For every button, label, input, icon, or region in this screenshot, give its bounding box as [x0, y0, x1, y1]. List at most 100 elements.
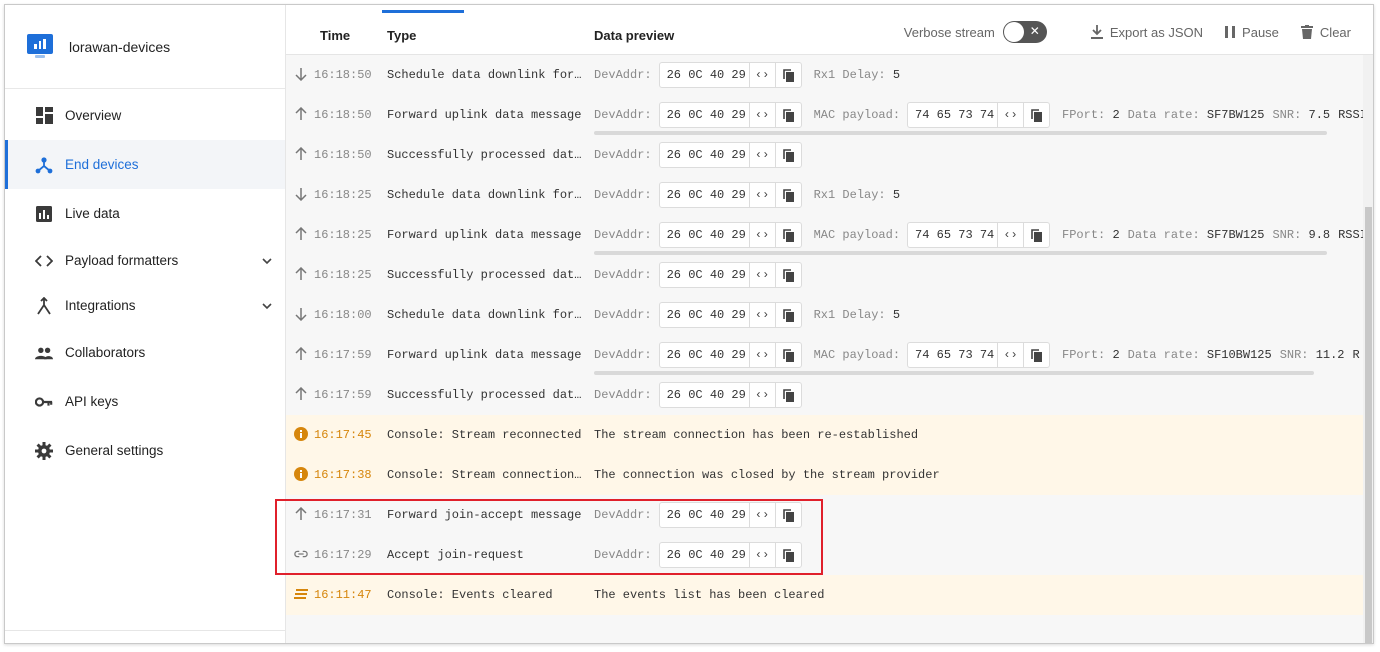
mac-payload-value[interactable]: 74 65 73 74	[908, 103, 997, 127]
copy-icon[interactable]	[774, 223, 801, 247]
copy-icon[interactable]	[774, 343, 801, 367]
sidebar-item-overview[interactable]: Overview	[5, 91, 285, 140]
event-data-preview: DevAddr: 26 0C 40 29 ‹›	[594, 142, 802, 168]
code-toggle-icon[interactable]: ‹›	[748, 383, 775, 407]
devaddr-label: DevAddr:	[594, 68, 652, 82]
snr-value: 11.2	[1315, 348, 1345, 362]
devaddr-value[interactable]: 26 0C 40 29	[660, 183, 749, 207]
devaddr-value[interactable]: 26 0C 40 29	[660, 503, 749, 527]
sidebar-item-payload-formatters[interactable]: Payload formatters	[5, 238, 285, 283]
devaddr-field: 26 0C 40 29 ‹›	[658, 182, 802, 208]
copy-icon[interactable]	[774, 543, 801, 567]
sidebar-item-general-settings[interactable]: General settings	[5, 426, 285, 475]
event-row[interactable]: 16:18:25 Forward uplink data message Dev…	[286, 215, 1363, 255]
pause-button[interactable]: Pause	[1225, 25, 1279, 40]
devaddr-value[interactable]: 26 0C 40 29	[660, 343, 749, 367]
devaddr-value[interactable]: 26 0C 40 29	[660, 103, 749, 127]
arrow-up-icon	[294, 347, 308, 361]
code-toggle-icon[interactable]: ‹›	[748, 503, 775, 527]
event-row[interactable]: 16:17:38 Console: Stream connection… The…	[286, 455, 1363, 495]
arrow-down-icon	[294, 307, 308, 321]
export-json-button[interactable]: Export as JSON	[1090, 25, 1203, 40]
event-row[interactable]: 16:17:45 Console: Stream reconnected The…	[286, 415, 1363, 455]
devaddr-value[interactable]: 26 0C 40 29	[660, 543, 749, 567]
devaddr-value[interactable]: 26 0C 40 29	[660, 143, 749, 167]
copy-icon[interactable]	[774, 183, 801, 207]
event-row[interactable]: 16:18:00 Schedule data downlink for… Dev…	[286, 295, 1363, 335]
chevron-down-icon[interactable]	[261, 255, 273, 267]
code-toggle-icon[interactable]: ‹›	[748, 183, 775, 207]
code-toggle-icon[interactable]: ‹›	[748, 543, 775, 567]
app-header[interactable]: lorawan-devices	[5, 5, 285, 89]
devaddr-value[interactable]: 26 0C 40 29	[660, 303, 749, 327]
event-row[interactable]: 16:18:25 Successfully processed dat… Dev…	[286, 255, 1363, 295]
arrow-up-icon	[294, 507, 308, 521]
mac-payload-value[interactable]: 74 65 73 74	[908, 343, 997, 367]
code-toggle-icon[interactable]: ‹›	[997, 103, 1023, 127]
code-toggle-icon[interactable]: ‹›	[748, 143, 775, 167]
trash-icon	[1300, 25, 1313, 39]
devaddr-value[interactable]: 26 0C 40 29	[660, 383, 749, 407]
event-list: 16:18:50 Schedule data downlink for… Dev…	[286, 55, 1363, 643]
sidebar-item-live-data[interactable]: Live data	[5, 189, 285, 238]
verbose-stream-toggle[interactable]: ✕	[1002, 21, 1047, 43]
copy-icon[interactable]	[774, 383, 801, 407]
copy-icon[interactable]	[1023, 223, 1049, 247]
mac-payload-label: MAC payload:	[813, 108, 901, 122]
event-row[interactable]: 16:18:50 Successfully processed dat… Dev…	[286, 135, 1363, 175]
code-toggle-icon[interactable]: ‹›	[748, 343, 775, 367]
event-row[interactable]: 16:18:25 Schedule data downlink for… Dev…	[286, 175, 1363, 215]
event-time: 16:18:25	[314, 228, 372, 242]
copy-icon[interactable]	[774, 303, 801, 327]
devaddr-label: DevAddr:	[594, 348, 652, 362]
sidebar-item-end-devices[interactable]: End devices	[5, 140, 285, 189]
mac-payload-value[interactable]: 74 65 73 74	[908, 223, 997, 247]
event-row[interactable]: 16:18:50 Forward uplink data message Dev…	[286, 95, 1363, 135]
event-row[interactable]: 16:17:29 Accept join-request DevAddr: 26…	[286, 535, 1363, 575]
copy-icon[interactable]	[774, 503, 801, 527]
sidebar-item-label: Collaborators	[65, 345, 146, 360]
copy-icon[interactable]	[1023, 103, 1049, 127]
column-header-type: Type	[387, 28, 417, 43]
code-toggle-icon[interactable]: ‹›	[748, 223, 775, 247]
code-toggle-icon[interactable]: ‹›	[748, 303, 775, 327]
arrow-up-icon	[294, 267, 308, 281]
mac-payload-label: MAC payload:	[813, 228, 901, 242]
event-table-header: Time Type Data preview Verbose stream ✕ …	[286, 5, 1373, 55]
code-toggle-icon[interactable]: ‹›	[748, 263, 775, 287]
event-row[interactable]: 16:17:31 Forward join-accept message Dev…	[286, 495, 1363, 535]
clear-button[interactable]: Clear	[1300, 25, 1351, 40]
copy-icon[interactable]	[774, 103, 801, 127]
copy-icon[interactable]	[774, 143, 801, 167]
chevron-down-icon[interactable]	[261, 300, 273, 312]
sidebar-item-api-keys[interactable]: API keys	[5, 377, 285, 426]
sidebar-item-integrations[interactable]: Integrations	[5, 283, 285, 328]
event-row[interactable]: 16:17:59 Forward uplink data message Dev…	[286, 335, 1363, 375]
gear-icon	[35, 441, 53, 460]
copy-icon[interactable]	[774, 63, 801, 87]
data-rate-value: SF10BW125	[1206, 348, 1272, 362]
active-tab-indicator	[382, 10, 464, 13]
event-time: 16:17:38	[314, 468, 372, 482]
devaddr-value[interactable]: 26 0C 40 29	[660, 63, 749, 87]
fport-label: FPort:	[1062, 348, 1106, 362]
event-row[interactable]: 16:11:47 Console: Events cleared The eve…	[286, 575, 1363, 615]
scrollbar-thumb[interactable]	[1365, 207, 1372, 643]
code-toggle-icon[interactable]: ‹›	[748, 63, 775, 87]
event-type: Console: Stream reconnected	[387, 428, 582, 442]
devaddr-value[interactable]: 26 0C 40 29	[660, 223, 749, 247]
rx1-delay-value: 5	[892, 68, 901, 82]
copy-icon[interactable]	[774, 263, 801, 287]
code-toggle-icon[interactable]: ‹›	[748, 103, 775, 127]
copy-icon[interactable]	[1023, 343, 1049, 367]
vertical-scrollbar[interactable]	[1363, 55, 1373, 643]
devaddr-value[interactable]: 26 0C 40 29	[660, 263, 749, 287]
event-row[interactable]: 16:17:59 Successfully processed dat… Dev…	[286, 375, 1363, 415]
event-row[interactable]: 16:18:50 Schedule data downlink for… Dev…	[286, 55, 1363, 95]
column-header-data-preview: Data preview	[594, 28, 675, 43]
code-toggle-icon[interactable]: ‹›	[997, 223, 1023, 247]
mac-payload-field: 74 65 73 74 ‹›	[907, 342, 1051, 368]
code-toggle-icon[interactable]: ‹›	[997, 343, 1023, 367]
event-type: Successfully processed dat…	[387, 268, 582, 282]
sidebar-item-collaborators[interactable]: Collaborators	[5, 328, 285, 377]
